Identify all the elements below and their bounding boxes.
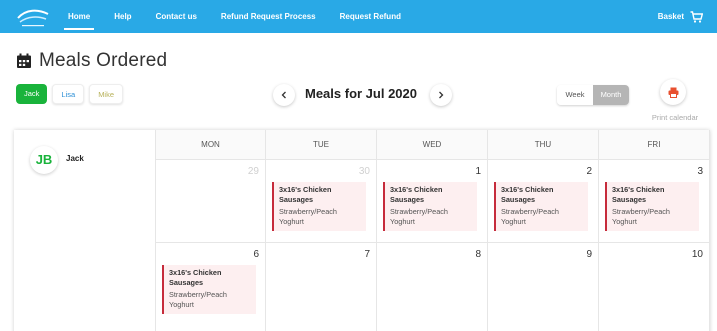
calendar-day-cell[interactable]: 2 3x16's Chicken Sausages Strawberry/Pea… bbox=[488, 160, 599, 243]
chevron-right-icon bbox=[439, 91, 444, 99]
basket-button[interactable]: Basket bbox=[658, 0, 703, 33]
meal-side: Strawberry/Peach Yoghurt bbox=[169, 290, 227, 309]
nav-refund-request-process[interactable]: Refund Request Process bbox=[221, 0, 316, 33]
print-calendar-label: Print calendar bbox=[651, 113, 699, 122]
meal-side: Strawberry/Peach Yoghurt bbox=[390, 207, 448, 226]
calendar-day-cell[interactable]: 8 bbox=[377, 243, 488, 331]
day-number: 9 bbox=[586, 249, 592, 260]
day-header-thu: THU bbox=[488, 130, 599, 160]
meal-calendar: JB Jack MON TUE WED THU FRI 29 30 3x16's… bbox=[14, 130, 710, 331]
avatar: JB bbox=[30, 146, 58, 174]
day-number: 3 bbox=[697, 166, 703, 177]
day-number: 10 bbox=[691, 249, 703, 260]
next-month-button[interactable] bbox=[430, 84, 452, 106]
nav-contact-us[interactable]: Contact us bbox=[156, 0, 197, 33]
calendar-child-panel: JB Jack bbox=[14, 130, 156, 331]
calendar-day-cell[interactable]: 30 3x16's Chicken Sausages Strawberry/Pe… bbox=[266, 160, 377, 243]
chevron-left-icon bbox=[281, 91, 286, 99]
print-calendar-button[interactable] bbox=[660, 79, 686, 105]
child-chip-jack[interactable]: Jack bbox=[16, 84, 48, 104]
day-header-tue: TUE bbox=[266, 130, 377, 160]
month-view-button[interactable]: Month bbox=[593, 85, 629, 105]
meal-main: 3x16's Chicken Sausages bbox=[612, 185, 665, 204]
day-number: 6 bbox=[253, 249, 259, 260]
week-view-button[interactable]: Week bbox=[557, 85, 593, 105]
period-title: Meals for Jul 2020 bbox=[305, 86, 417, 101]
meal-side: Strawberry/Peach Yoghurt bbox=[501, 207, 559, 226]
school-logo-icon[interactable] bbox=[14, 5, 52, 29]
meal-order-card[interactable]: 3x16's Chicken Sausages Strawberry/Peach… bbox=[605, 182, 699, 231]
calendar-day-cell[interactable]: 29 bbox=[156, 160, 266, 243]
day-number: 8 bbox=[475, 249, 481, 260]
nav-home[interactable]: Home bbox=[63, 0, 95, 33]
day-header-fri: FRI bbox=[599, 130, 710, 160]
nav-help[interactable]: Help bbox=[114, 0, 131, 33]
page-title: Meals Ordered bbox=[16, 50, 167, 72]
meal-side: Strawberry/Peach Yoghurt bbox=[612, 207, 670, 226]
calendar-day-cell[interactable]: 7 bbox=[266, 243, 377, 331]
child-chip-mike[interactable]: Mike bbox=[89, 84, 124, 104]
main-nav: Home Help Contact us Refund Request Proc… bbox=[63, 0, 425, 33]
top-nav-bar: Home Help Contact us Refund Request Proc… bbox=[0, 0, 717, 33]
view-toggle: Week Month bbox=[557, 85, 629, 105]
meal-main: 3x16's Chicken Sausages bbox=[279, 185, 332, 204]
day-number: 2 bbox=[586, 166, 592, 177]
meal-order-card[interactable]: 3x16's Chicken Sausages Strawberry/Peach… bbox=[494, 182, 588, 231]
day-header-wed: WED bbox=[377, 130, 488, 160]
meal-order-card[interactable]: 3x16's Chicken Sausages Strawberry/Peach… bbox=[162, 265, 256, 314]
printer-icon bbox=[668, 87, 678, 98]
page-title-text: Meals Ordered bbox=[39, 50, 168, 71]
calendar-icon bbox=[17, 53, 31, 68]
meal-main: 3x16's Chicken Sausages bbox=[501, 185, 554, 204]
day-number: 29 bbox=[247, 166, 259, 177]
nav-request-refund[interactable]: Request Refund bbox=[340, 0, 401, 33]
day-number: 7 bbox=[364, 249, 370, 260]
meal-order-card[interactable]: 3x16's Chicken Sausages Strawberry/Peach… bbox=[272, 182, 366, 231]
child-chip-lisa[interactable]: Lisa bbox=[52, 84, 85, 104]
meal-main: 3x16's Chicken Sausages bbox=[390, 185, 443, 204]
meal-main: 3x16's Chicken Sausages bbox=[169, 268, 222, 287]
day-number: 1 bbox=[475, 166, 481, 177]
calendar-day-cell[interactable]: 3 3x16's Chicken Sausages Strawberry/Pea… bbox=[599, 160, 710, 243]
previous-month-button[interactable] bbox=[273, 84, 295, 106]
day-header-mon: MON bbox=[156, 130, 266, 160]
basket-label: Basket bbox=[657, 12, 684, 21]
day-number: 30 bbox=[358, 166, 370, 177]
child-selector: Jack Lisa Mike bbox=[16, 84, 128, 104]
calendar-day-cell[interactable]: 9 bbox=[488, 243, 599, 331]
calendar-day-cell[interactable]: 1 3x16's Chicken Sausages Strawberry/Pea… bbox=[377, 160, 488, 243]
shopping-cart-icon bbox=[690, 10, 703, 23]
meal-side: Strawberry/Peach Yoghurt bbox=[279, 207, 337, 226]
calendar-day-cell[interactable]: 10 bbox=[599, 243, 710, 331]
calendar-day-cell[interactable]: 6 3x16's Chicken Sausages Strawberry/Pea… bbox=[156, 243, 266, 331]
meal-order-card[interactable]: 3x16's Chicken Sausages Strawberry/Peach… bbox=[383, 182, 477, 231]
calendar-child-name: Jack bbox=[66, 154, 84, 163]
